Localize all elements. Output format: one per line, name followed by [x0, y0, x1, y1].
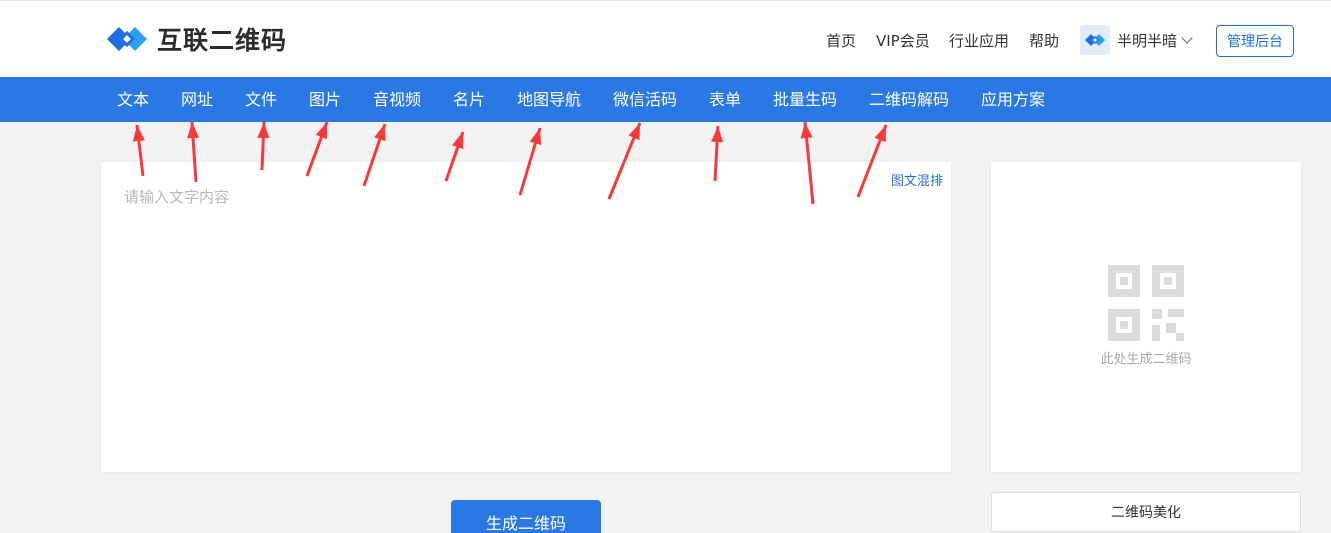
nav-vip-label[interactable]: VIP会员 [876, 30, 930, 51]
top-header: 互联二维码 首页 VIP会员 行业应用 帮助 半明半暗 管理后台 [0, 0, 1331, 77]
red-arrowhead [374, 124, 386, 142]
nav-help-label[interactable]: 帮助 [1029, 30, 1059, 51]
red-arrowhead [132, 125, 145, 142]
red-arrowhead [315, 122, 328, 140]
logo-icon [107, 27, 147, 51]
nav-industry[interactable]: 行业应用 [949, 28, 1009, 52]
tab-wechat-live-code[interactable]: 微信活码 [613, 77, 677, 122]
qr-code-icon [1108, 265, 1184, 341]
tab-url[interactable]: 网址 [181, 77, 213, 122]
nav-vip[interactable]: VIP会员 [876, 28, 930, 52]
beautify-qr-button[interactable]: 二维码美化 [991, 492, 1301, 532]
chevron-down-icon [1181, 32, 1193, 44]
qr-preview-panel: 此处生成二维码 [991, 162, 1301, 472]
red-arrowhead [874, 125, 886, 143]
text-content-input[interactable] [101, 162, 951, 472]
tab-qr-decode[interactable]: 二维码解码 [869, 77, 949, 122]
user-menu[interactable]: 半明半暗 [1080, 25, 1193, 55]
user-name: 半明半暗 [1117, 31, 1178, 50]
red-arrowhead [452, 132, 464, 150]
nav-home-label[interactable]: 首页 [826, 30, 856, 51]
nav-industry-label[interactable]: 行业应用 [949, 30, 1009, 51]
tab-batch-generate[interactable]: 批量生码 [773, 77, 837, 122]
tab-business-card[interactable]: 名片 [453, 77, 485, 122]
tab-map-navigation[interactable]: 地图导航 [517, 77, 581, 122]
tab-file[interactable]: 文件 [245, 77, 277, 122]
nav-help[interactable]: 帮助 [1029, 28, 1059, 52]
tab-audio-video[interactable]: 音视频 [373, 77, 421, 122]
tab-solutions[interactable]: 应用方案 [981, 77, 1045, 122]
tab-form[interactable]: 表单 [709, 77, 741, 122]
mixed-layout-link[interactable]: 图文混排 [891, 170, 943, 189]
admin-button[interactable]: 管理后台 [1216, 25, 1294, 57]
red-arrowhead [187, 122, 200, 139]
nav-home[interactable]: 首页 [826, 28, 856, 52]
red-arrowhead [800, 122, 813, 139]
brand-name: 互联二维码 [157, 26, 288, 55]
category-tabs: 文本 网址 文件 图片 音视频 名片 地图导航 微信活码 表单 批量生码 二维码… [0, 77, 1331, 122]
avatar-logo-icon [1085, 34, 1105, 46]
generate-qr-button[interactable]: 生成二维码 [451, 500, 601, 533]
red-arrowhead [257, 122, 270, 139]
tab-image[interactable]: 图片 [309, 77, 341, 122]
red-arrowhead [711, 126, 724, 143]
red-arrowhead [529, 128, 542, 146]
avatar [1080, 25, 1110, 55]
qr-placeholder-text: 此处生成二维码 [1100, 352, 1192, 367]
tab-text[interactable]: 文本 [117, 77, 149, 122]
arrowheads [132, 122, 886, 150]
text-editor-panel: 图文混排 [101, 162, 951, 472]
logo[interactable]: 互联二维码 [103, 21, 287, 57]
red-arrowhead [628, 123, 640, 141]
